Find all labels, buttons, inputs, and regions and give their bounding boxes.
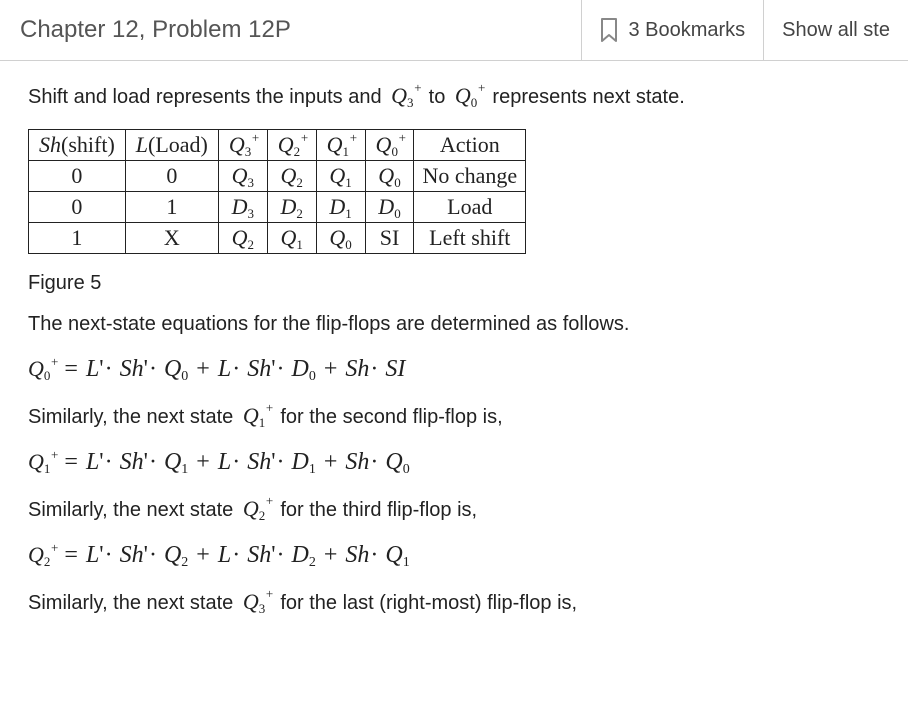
text-similarly-q3: Similarly, the next state Q3+ for the la… (28, 587, 880, 617)
symbol-q1plus-inline: Q1+ (243, 401, 265, 431)
symbol-q3plus: Q3+ (391, 81, 413, 111)
bookmarks-count: 3 (628, 19, 639, 42)
text-after-figure: The next-state equations for the flip-fl… (28, 311, 880, 338)
equation-q1plus: Q1+ = L'· Sh'· Q1 + L· Sh'· D1 + Sh· Q0 (28, 449, 880, 476)
col-q2plus: Q2+ (267, 130, 316, 161)
show-all-steps-button[interactable]: Show all ste (763, 0, 908, 60)
col-q1plus: Q1+ (316, 130, 365, 161)
intro-prefix: Shift and load represents the inputs and (28, 86, 387, 108)
equation-q2plus: Q2+ = L'· Sh'· Q2 + L· Sh'· D2 + Sh· Q1 (28, 542, 880, 569)
page-title: Chapter 12, Problem 12P (20, 16, 581, 44)
text-similarly-q2: Similarly, the next state Q2+ for the th… (28, 494, 880, 524)
table-row: 0 0 Q3 Q2 Q1 Q0 No change (29, 161, 526, 192)
symbol-q0plus: Q0+ (455, 81, 477, 111)
col-sh: Sh(shift) (29, 130, 126, 161)
col-q0plus: Q0+ (365, 130, 414, 161)
table-row: 1 X Q2 Q1 Q0 SI Left shift (29, 223, 526, 254)
page-header: Chapter 12, Problem 12P 3 Bookmarks Show… (0, 0, 908, 61)
table-header-row: Sh(shift) L(Load) Q3+ Q2+ Q1+ Q0+ Action (29, 130, 526, 161)
col-q3plus: Q3+ (218, 130, 267, 161)
table-row: 0 1 D3 D2 D1 D0 Load (29, 192, 526, 223)
intro-suffix: represents next state. (492, 86, 684, 108)
col-l: L(Load) (125, 130, 218, 161)
symbol-q2plus-inline: Q2+ (243, 494, 265, 524)
state-table: Sh(shift) L(Load) Q3+ Q2+ Q1+ Q0+ Action… (28, 129, 526, 254)
intro-line: Shift and load represents the inputs and… (28, 81, 880, 111)
figure-label: Figure 5 (28, 272, 880, 295)
col-action: Action (414, 130, 526, 161)
equation-q0plus: Q0+ = L'· Sh'· Q0 + L· Sh'· D0 + Sh· SI (28, 356, 880, 383)
bookmarks-button[interactable]: 3 Bookmarks (581, 0, 763, 60)
bookmarks-label: Bookmarks (645, 19, 745, 42)
symbol-q3plus-inline: Q3+ (243, 587, 265, 617)
content-area: Shift and load represents the inputs and… (0, 61, 908, 617)
intro-mid: to (429, 86, 451, 108)
show-all-label: Show all ste (782, 19, 890, 42)
bookmark-icon (600, 18, 618, 42)
text-similarly-q1: Similarly, the next state Q1+ for the se… (28, 401, 880, 431)
